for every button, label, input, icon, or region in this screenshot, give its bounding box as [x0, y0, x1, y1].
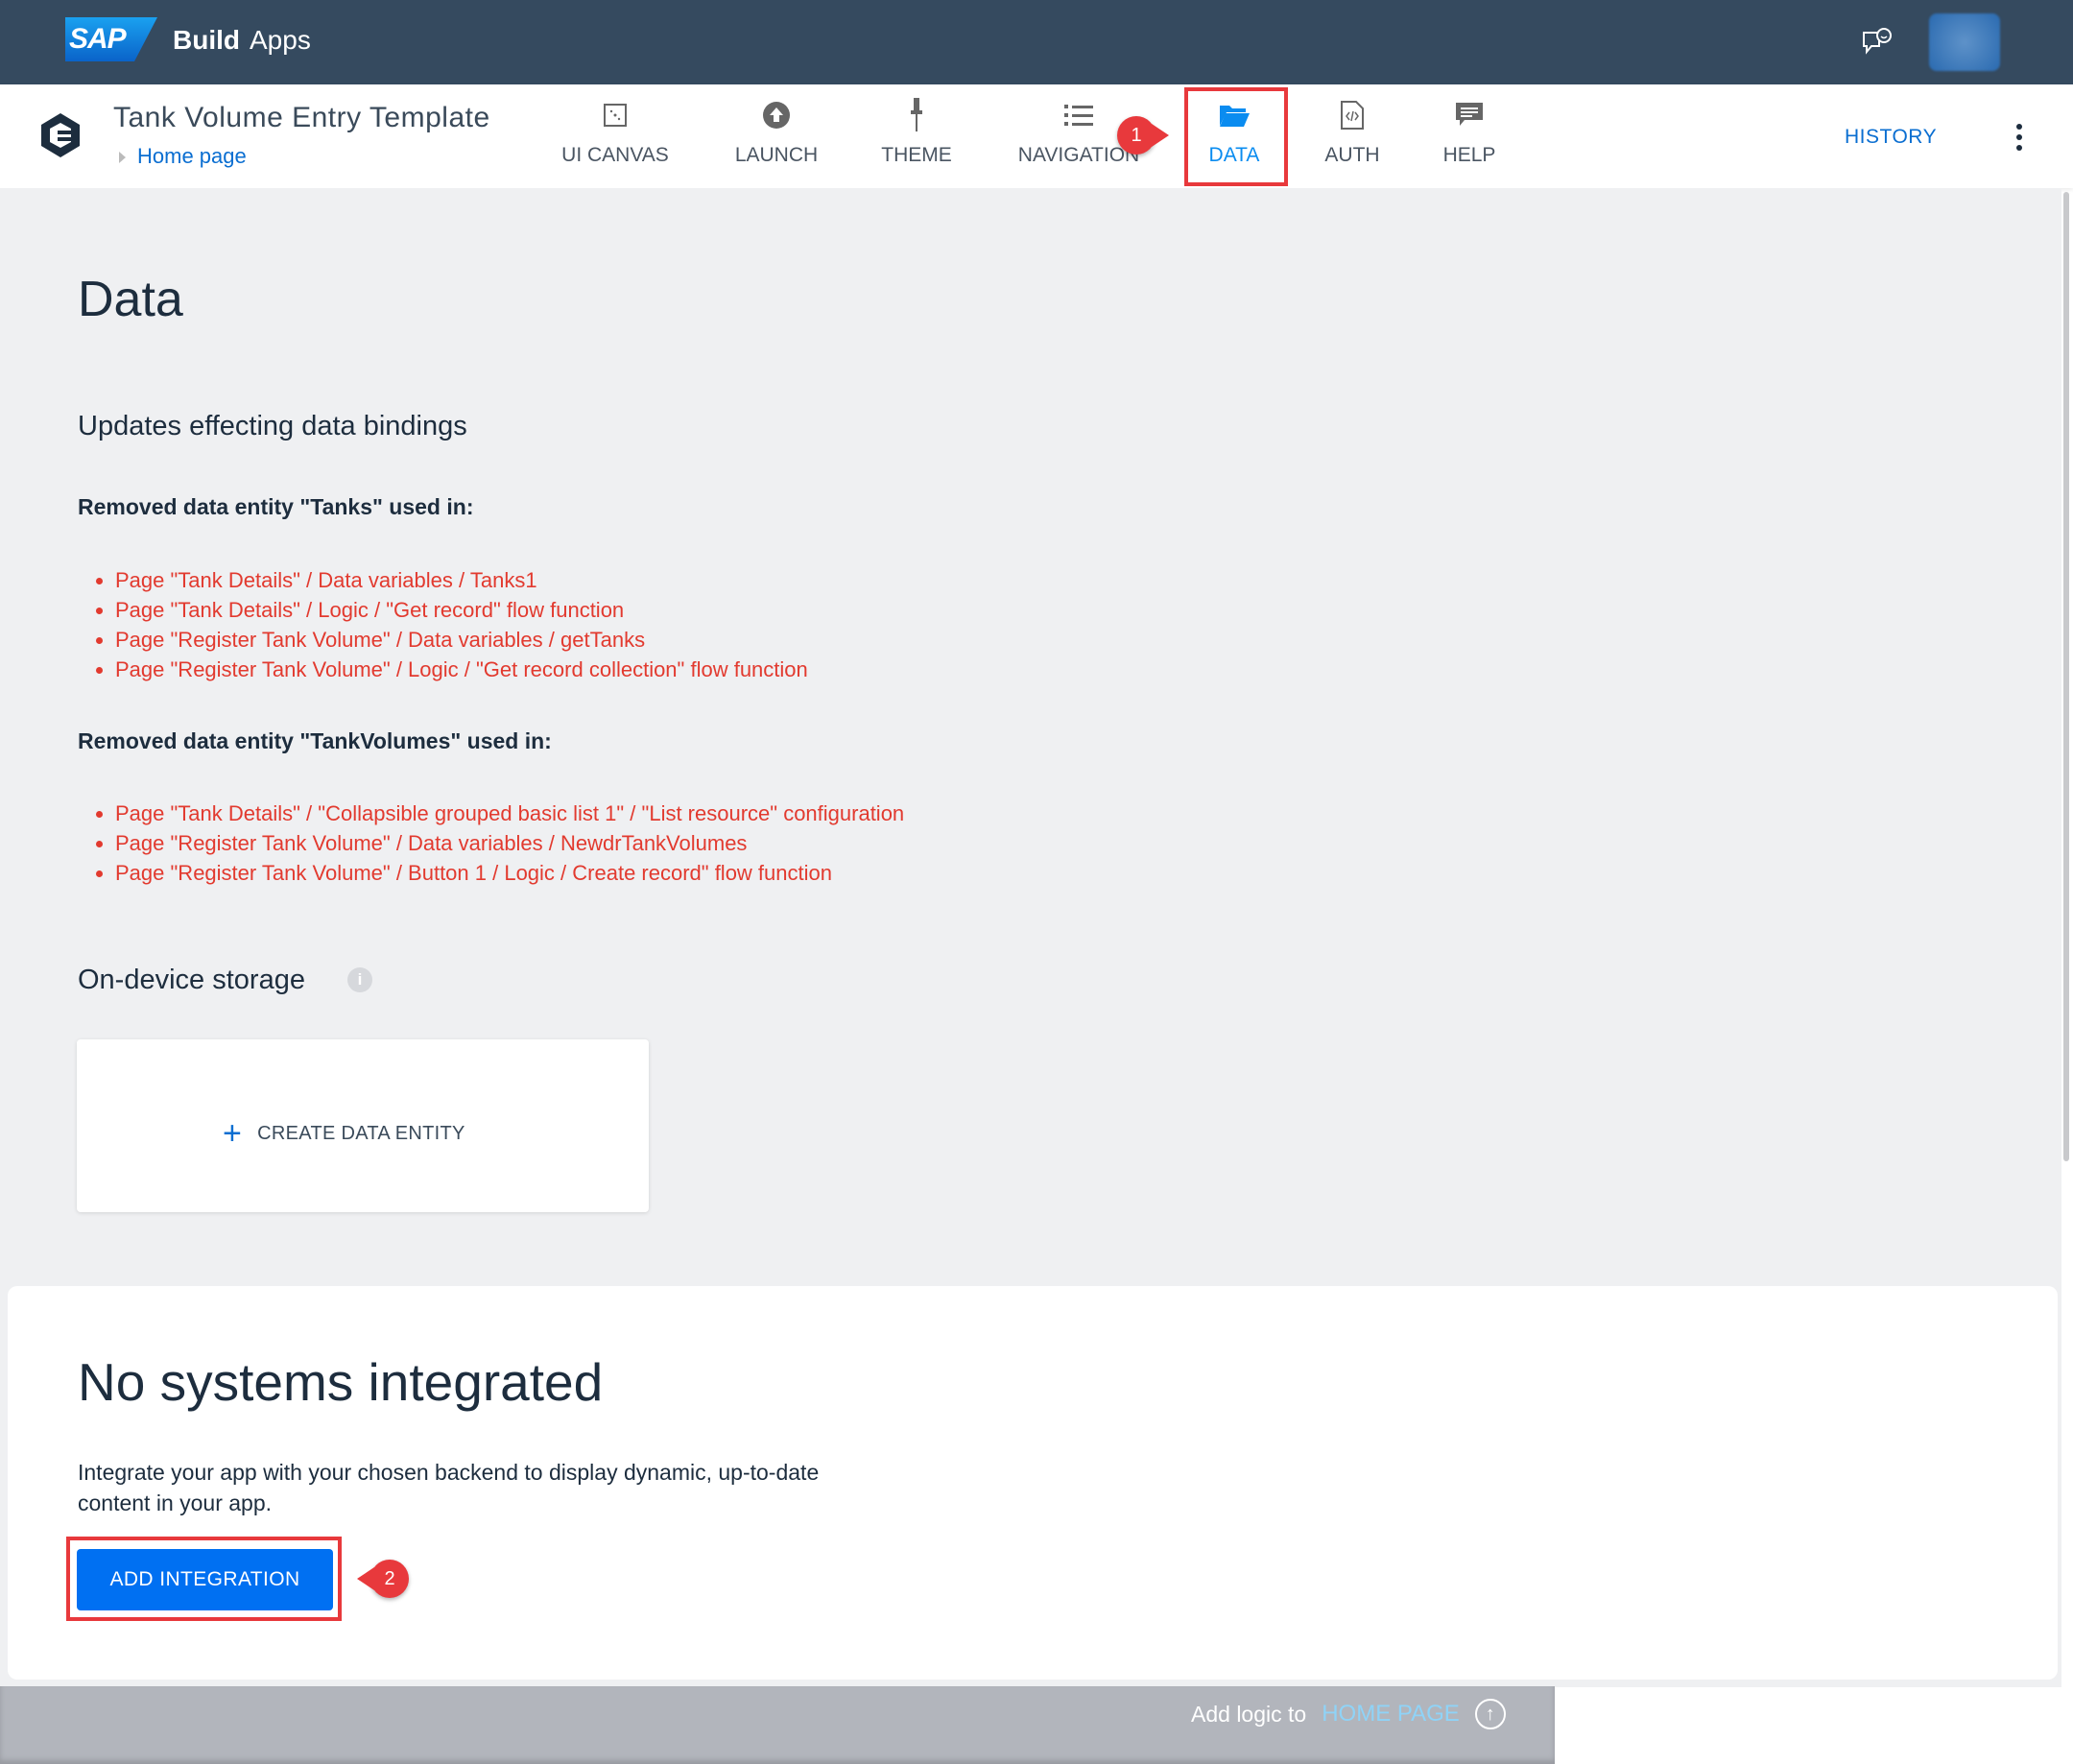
add-logic-toggle[interactable]: Add logic to HOME PAGE ↑ [1191, 1699, 1506, 1729]
feedback-icon[interactable] [1860, 27, 1893, 58]
reference-item[interactable]: Page "Tank Details" / Data variables / T… [96, 565, 808, 595]
history-button[interactable]: HISTORY [1845, 126, 1937, 149]
add-logic-label: Add logic to [1191, 1701, 1307, 1727]
integration-title: No systems integrated [78, 1352, 604, 1412]
annotation-badge-1: 1 [1117, 116, 1169, 155]
tab-label: THEME [881, 144, 952, 166]
reference-list: Page "Tank Details" / "Collapsible group… [96, 799, 904, 888]
user-avatar[interactable] [1929, 13, 2000, 71]
tab-help[interactable]: HELP [1393, 96, 1546, 167]
scrollbar[interactable] [2063, 192, 2069, 1161]
top-bar [0, 0, 2073, 84]
updates-heading: Updates effecting data bindings [78, 411, 467, 441]
annotation-highlight-data-tab [1184, 87, 1288, 186]
tab-label: AUTH [1324, 144, 1380, 166]
create-data-entity-button[interactable]: + CREATE DATA ENTITY [223, 1115, 465, 1152]
reference-item[interactable]: Page "Register Tank Volume" / Data varia… [96, 625, 808, 655]
removed-entity-heading: Removed data entity "TankVolumes" used i… [78, 728, 552, 753]
create-entity-label: CREATE DATA ENTITY [257, 1122, 465, 1144]
reference-list: Page "Tank Details" / Data variables / T… [96, 565, 808, 684]
reference-item[interactable]: Page "Tank Details" / Logic / "Get recor… [96, 595, 808, 625]
arrow-up-icon[interactable]: ↑ [1474, 1699, 1506, 1729]
breadcrumb-home-page[interactable]: Home page [119, 144, 247, 169]
page-title: Data [78, 272, 183, 327]
storage-heading: On-device storage [78, 965, 305, 995]
tab-theme[interactable]: THEME [840, 96, 993, 167]
app-title: Tank Volume Entry Template [113, 102, 490, 133]
reference-item[interactable]: Page "Register Tank Volume" / Button 1 /… [96, 858, 904, 888]
breadcrumb-label: Home page [137, 144, 247, 168]
reference-item[interactable]: Page "Tank Details" / "Collapsible group… [96, 799, 904, 828]
tab-label: LAUNCH [734, 144, 819, 166]
reference-item[interactable]: Page "Register Tank Volume" / Data varia… [96, 828, 904, 858]
tab-launch[interactable]: LAUNCH [700, 96, 853, 167]
product-name: Build Apps [173, 25, 311, 56]
integration-description: Integrate your app with your chosen back… [78, 1460, 820, 1515]
removed-entity-heading: Removed data entity "Tanks" used in: [78, 494, 474, 519]
caret-right-icon [119, 152, 126, 163]
current-page-label: HOME PAGE [1322, 1701, 1460, 1727]
help-icon [1393, 96, 1546, 134]
tab-ui-canvas[interactable]: UI CANVAS [538, 96, 692, 167]
info-icon[interactable]: i [347, 967, 372, 992]
tab-label: HELP [1442, 144, 1496, 166]
annotation-badge-2: 2 [357, 1560, 409, 1598]
theme-icon [840, 96, 993, 134]
add-integration-button[interactable]: ADD INTEGRATION [77, 1549, 333, 1610]
launch-icon [700, 96, 853, 134]
reference-item[interactable]: Page "Register Tank Volume" / Logic / "G… [96, 655, 808, 684]
brand-bold: Build [173, 25, 240, 55]
canvas-icon [538, 96, 692, 134]
plus-icon: + [223, 1115, 243, 1152]
brand-text: Apps [250, 25, 311, 55]
more-options-icon[interactable] [2013, 123, 2025, 152]
tab-label: UI CANVAS [561, 144, 669, 166]
app-logo-icon [41, 113, 80, 157]
